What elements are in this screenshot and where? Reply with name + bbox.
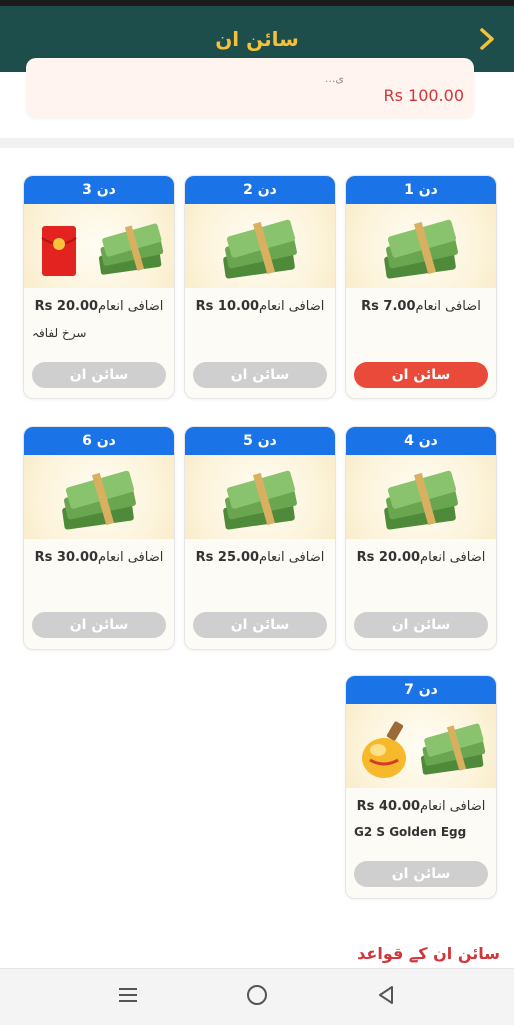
- bonus-item-text: G2 S Golden Egg: [354, 825, 467, 839]
- reward-text: Rs 20.00اضافی انعام: [346, 550, 496, 565]
- cash-stack-icon: [223, 219, 297, 279]
- reward-amount: Rs 20.00: [34, 299, 99, 314]
- reward-art: [346, 704, 496, 788]
- reward-art: [346, 204, 496, 288]
- cash-stack-icon: [98, 223, 164, 275]
- day-label: دن 4: [346, 427, 496, 455]
- section-divider: [0, 138, 514, 148]
- chevron-right-icon[interactable]: [474, 26, 500, 52]
- sign-in-button-day-3[interactable]: سائن ان: [32, 362, 166, 388]
- day-card-1: دن 1 Rs 7.00اضافی انعام سائن ان: [345, 175, 497, 399]
- sign-in-button-day-7[interactable]: سائن ان: [354, 861, 488, 887]
- day-label: دن 5: [185, 427, 335, 455]
- reward-label: اضافی انعام: [259, 550, 325, 565]
- sign-in-button-day-6[interactable]: سائن ان: [32, 612, 166, 638]
- golden-egg-icon: [362, 721, 406, 778]
- back-triangle-icon[interactable]: [374, 983, 398, 1007]
- day-label: دن 6: [24, 427, 174, 455]
- total-reward-card: ...ی Rs 100.00: [26, 58, 474, 118]
- reward-label: اضافی انعام: [420, 799, 486, 814]
- day-label: دن 1: [346, 176, 496, 204]
- home-circle-icon[interactable]: [245, 983, 269, 1007]
- cash-stack-icon: [384, 219, 458, 279]
- day-card-5: دن 5 Rs 25.00اضافی انعام سائن ان: [184, 426, 336, 650]
- cash-stack-icon: [223, 470, 297, 530]
- day-label: دن 2: [185, 176, 335, 204]
- system-nav-bar: [0, 968, 514, 1025]
- reward-art: [24, 455, 174, 539]
- reward-art: [346, 455, 496, 539]
- day-card-3: دن 3 Rs 20.00اضافی انعام سرخ لفافہ سائن …: [23, 175, 175, 399]
- sign-in-button-day-1[interactable]: سائن ان: [354, 362, 488, 388]
- day-label: دن 3: [24, 176, 174, 204]
- menu-icon[interactable]: [116, 983, 140, 1007]
- reward-text: Rs 30.00اضافی انعام: [24, 550, 174, 565]
- reward-label: اضافی انعام: [259, 299, 325, 314]
- bonus-item-text: سرخ لفافہ: [32, 326, 87, 340]
- reward-art: [185, 204, 335, 288]
- cash-stack-icon: [384, 470, 458, 530]
- reward-label: اضافی انعام: [415, 299, 481, 314]
- reward-label: اضافی انعام: [420, 550, 486, 565]
- reward-amount: Rs 10.00: [195, 299, 260, 314]
- sign-in-button-day-5[interactable]: سائن ان: [193, 612, 327, 638]
- reward-amount: Rs 25.00: [195, 550, 260, 565]
- reward-amount: Rs 20.00: [356, 550, 421, 565]
- reward-text: Rs 40.00اضافی انعام: [346, 799, 496, 814]
- reward-label: اضافی انعام: [98, 550, 164, 565]
- reward-amount: Rs 7.00: [361, 299, 416, 314]
- sign-in-rules-link[interactable]: سائن ان کے قواعد: [357, 944, 500, 963]
- red-envelope-icon: [41, 226, 77, 276]
- day-card-6: دن 6 Rs 30.00اضافی انعام سائن ان: [23, 426, 175, 650]
- cash-stack-icon: [62, 470, 136, 530]
- day-card-4: دن 4 Rs 20.00اضافی انعام سائن ان: [345, 426, 497, 650]
- reward-art: [24, 204, 174, 288]
- day-label: دن 7: [346, 676, 496, 704]
- reward-art: [185, 455, 335, 539]
- day-card-7: دن 7 Rs 40.00اضافی انعام G2 S Golden Egg…: [345, 675, 497, 899]
- reward-text: Rs 10.00اضافی انعام: [185, 299, 335, 314]
- reward-text: Rs 20.00اضافی انعام: [24, 299, 174, 314]
- total-amount: Rs 100.00: [383, 86, 464, 105]
- sign-in-button-day-2[interactable]: سائن ان: [193, 362, 327, 388]
- sign-in-button-day-4[interactable]: سائن ان: [354, 612, 488, 638]
- reward-text: Rs 25.00اضافی انعام: [185, 550, 335, 565]
- reward-amount: Rs 30.00: [34, 550, 99, 565]
- day-card-2: دن 2 Rs 10.00اضافی انعام سائن ان: [184, 175, 336, 399]
- cash-stack-icon: [420, 723, 486, 775]
- reward-label: اضافی انعام: [98, 299, 164, 314]
- cut-off-label: ...ی: [324, 72, 344, 85]
- reward-text: Rs 7.00اضافی انعام: [346, 299, 496, 314]
- reward-amount: Rs 40.00: [356, 799, 421, 814]
